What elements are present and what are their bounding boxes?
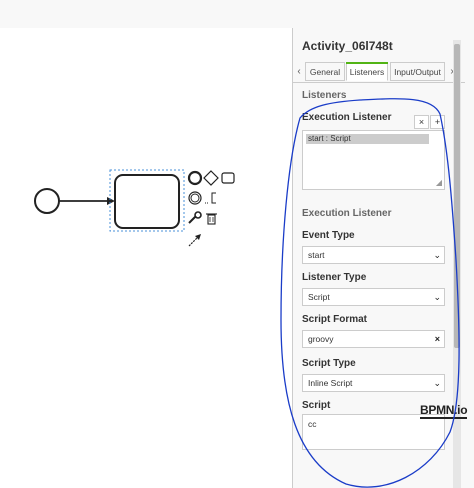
script-type-label: Script Type [302, 358, 356, 369]
tab-divider [293, 82, 465, 83]
tab-listeners[interactable]: Listeners [346, 62, 388, 81]
script-format-input[interactable]: groovy × [302, 330, 445, 348]
top-toolbar [0, 0, 474, 28]
change-type-wrench-icon[interactable] [188, 211, 202, 224]
add-listener-button[interactable]: + [430, 115, 445, 129]
chevron-down-icon: ⌄ [433, 250, 441, 260]
arrow-head-icon [107, 197, 115, 205]
listener-type-label: Listener Type [302, 272, 367, 283]
event-type-select[interactable]: start ⌄ [302, 246, 445, 264]
start-event[interactable] [34, 188, 60, 214]
listener-type-select[interactable]: Script ⌄ [302, 288, 445, 306]
list-item[interactable]: start : Script [306, 134, 429, 144]
script-type-select[interactable]: Inline Script ⌄ [302, 374, 445, 392]
script-format-value: groovy [308, 334, 334, 344]
resize-grip-icon[interactable]: ◢ [436, 178, 442, 187]
chevron-down-icon: ⌄ [433, 378, 441, 388]
scrollbar-thumb[interactable] [454, 44, 460, 348]
script-value: cc [308, 419, 317, 429]
append-end-event-icon[interactable] [187, 170, 203, 186]
tab-general[interactable]: General [305, 62, 345, 81]
event-type-label: Event Type [302, 230, 355, 241]
diagram-canvas[interactable] [0, 28, 292, 488]
execution-listener-section-title: Execution Listener [302, 208, 392, 219]
execution-listener-label: Execution Listener [302, 112, 392, 123]
append-task-icon[interactable] [221, 172, 235, 184]
properties-panel: Activity_06l748t ‹ General Listeners Inp… [292, 28, 474, 488]
tab-input-output[interactable]: Input/Output [390, 62, 445, 81]
script-textarea[interactable]: cc [302, 414, 445, 450]
tab-bar: ‹ General Listeners Input/Output › [293, 62, 465, 82]
element-id-title: Activity_06l748t [302, 39, 393, 53]
append-gateway-icon[interactable] [203, 170, 219, 186]
script-label: Script [302, 400, 331, 411]
connect-arrow-icon[interactable] [188, 234, 201, 247]
chevron-down-icon: ⌄ [433, 292, 441, 302]
bpmn-diagram [34, 169, 235, 247]
listener-type-value: Script [308, 292, 330, 302]
execution-listener-list[interactable]: start : Script ◢ [302, 130, 445, 190]
task-activity[interactable] [114, 174, 180, 229]
script-format-label: Script Format [302, 314, 368, 325]
chevron-left-icon[interactable]: ‹ [293, 62, 305, 82]
delete-trash-icon[interactable] [206, 213, 217, 225]
text-annotation-icon[interactable] [205, 192, 216, 204]
remove-listener-button[interactable]: × [414, 115, 429, 129]
append-intermediate-event-icon[interactable] [188, 191, 202, 205]
listeners-section-title: Listeners [302, 90, 347, 101]
event-type-value: start [308, 250, 325, 260]
clear-icon[interactable]: × [435, 331, 440, 347]
context-pad [187, 170, 235, 247]
bpmn-io-logo[interactable]: BPMN.io [420, 404, 468, 419]
script-type-value: Inline Script [308, 378, 353, 388]
